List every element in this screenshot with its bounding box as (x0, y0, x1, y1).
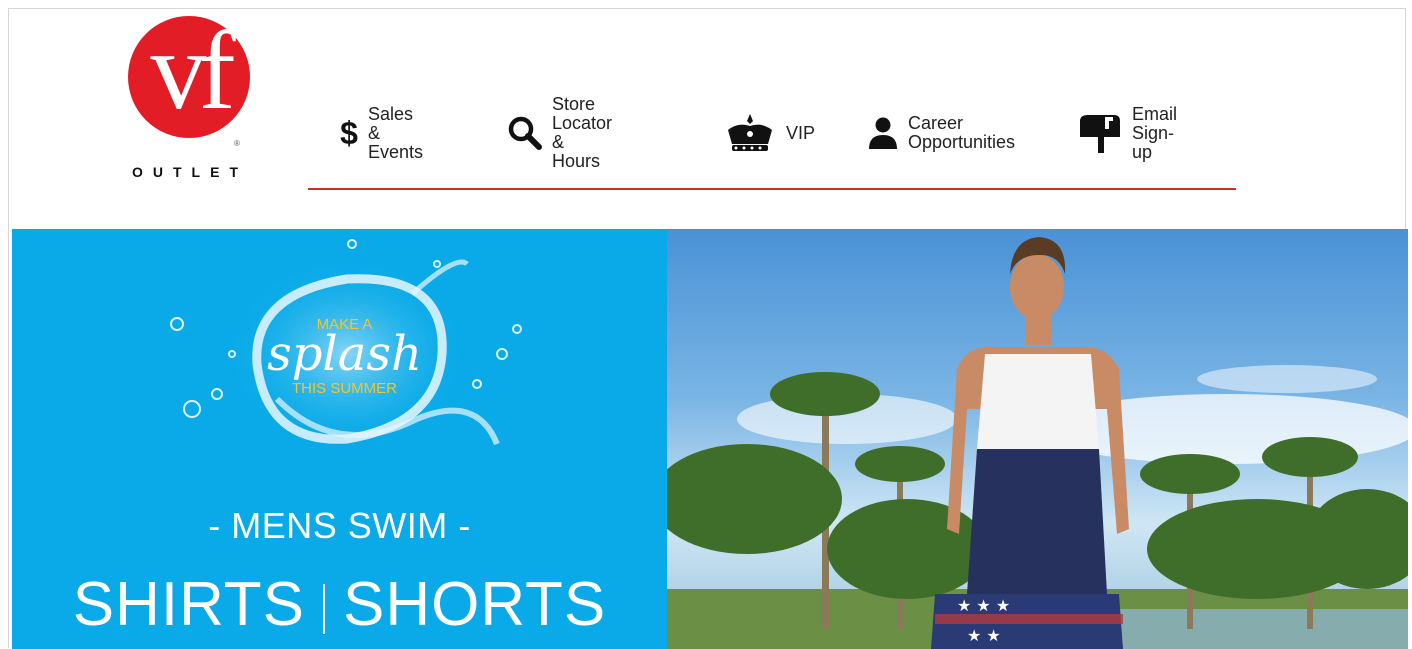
nav-label-line1: Career (908, 113, 964, 133)
svg-text:★ ★ ★: ★ ★ ★ (957, 596, 1010, 615)
dollar-icon: $ (340, 114, 358, 151)
logo-circle: vf (128, 10, 250, 138)
nav-sales-events[interactable]: $ Sales & Events (340, 104, 427, 161)
nav-career-label: Career Opportunities (908, 114, 1015, 152)
product-separator (323, 583, 325, 634)
nav-career[interactable]: Career Opportunities (868, 110, 1015, 156)
vf-outlet-logo[interactable]: vf ® OUTLET (120, 10, 260, 186)
products-heading: SHIRTS SHORTS (12, 569, 667, 640)
hero-promo-panel[interactable]: MAKE A splash THIS SUMMER - MENS SWIM - … (12, 229, 667, 649)
crown-icon (724, 112, 776, 154)
this-summer-text: THIS SUMMER (292, 380, 397, 397)
svg-text:★ ★: ★ ★ (967, 626, 1001, 645)
nav-label-line2: Sign-up (1132, 122, 1175, 162)
hero-model-photo[interactable]: ★ ★ ★ ★ ★ (667, 229, 1408, 649)
logo-vf-text: vf (150, 9, 235, 133)
nav-label-line1: Store Locator (552, 94, 613, 133)
product-shorts: SHORTS (343, 570, 607, 639)
mens-swim-heading: - MENS SWIM - (208, 505, 471, 546)
nav-label-line1: Email (1132, 103, 1178, 124)
splash-graphic: MAKE A splash THIS SUMMER (157, 234, 532, 474)
nav-store-locator[interactable]: Store Locator & Hours (508, 95, 612, 171)
nav-divider (308, 188, 1236, 190)
registered-mark: ® (234, 139, 240, 148)
nav-label-line2: & Hours (552, 132, 601, 171)
product-shirts: SHIRTS (72, 570, 305, 639)
beach-palm-scene: ★ ★ ★ ★ ★ (667, 237, 1408, 649)
logo-outlet-text: OUTLET (132, 164, 248, 180)
person-icon (868, 116, 898, 150)
nav-vip-label: VIP (786, 122, 816, 143)
nav-vip[interactable]: VIP (724, 110, 815, 156)
nav-label-line2: Opportunities (908, 132, 1016, 152)
search-icon (508, 116, 542, 150)
nav-email-signup-label: Email Sign-up (1132, 103, 1178, 162)
mailbox-icon (1078, 113, 1122, 153)
nav-sales-events-label: Sales & Events (368, 103, 427, 162)
splash-word: splash (267, 326, 422, 382)
nav-label-line2: & Events (368, 122, 424, 162)
nav-label-line1: VIP (786, 122, 816, 143)
nav-label-line1: Sales (368, 103, 414, 124)
nav-store-locator-label: Store Locator & Hours (552, 95, 612, 171)
hero-banner[interactable]: MAKE A splash THIS SUMMER - MENS SWIM - … (12, 229, 1408, 649)
nav-email-signup[interactable]: Email Sign-up (1078, 104, 1177, 161)
